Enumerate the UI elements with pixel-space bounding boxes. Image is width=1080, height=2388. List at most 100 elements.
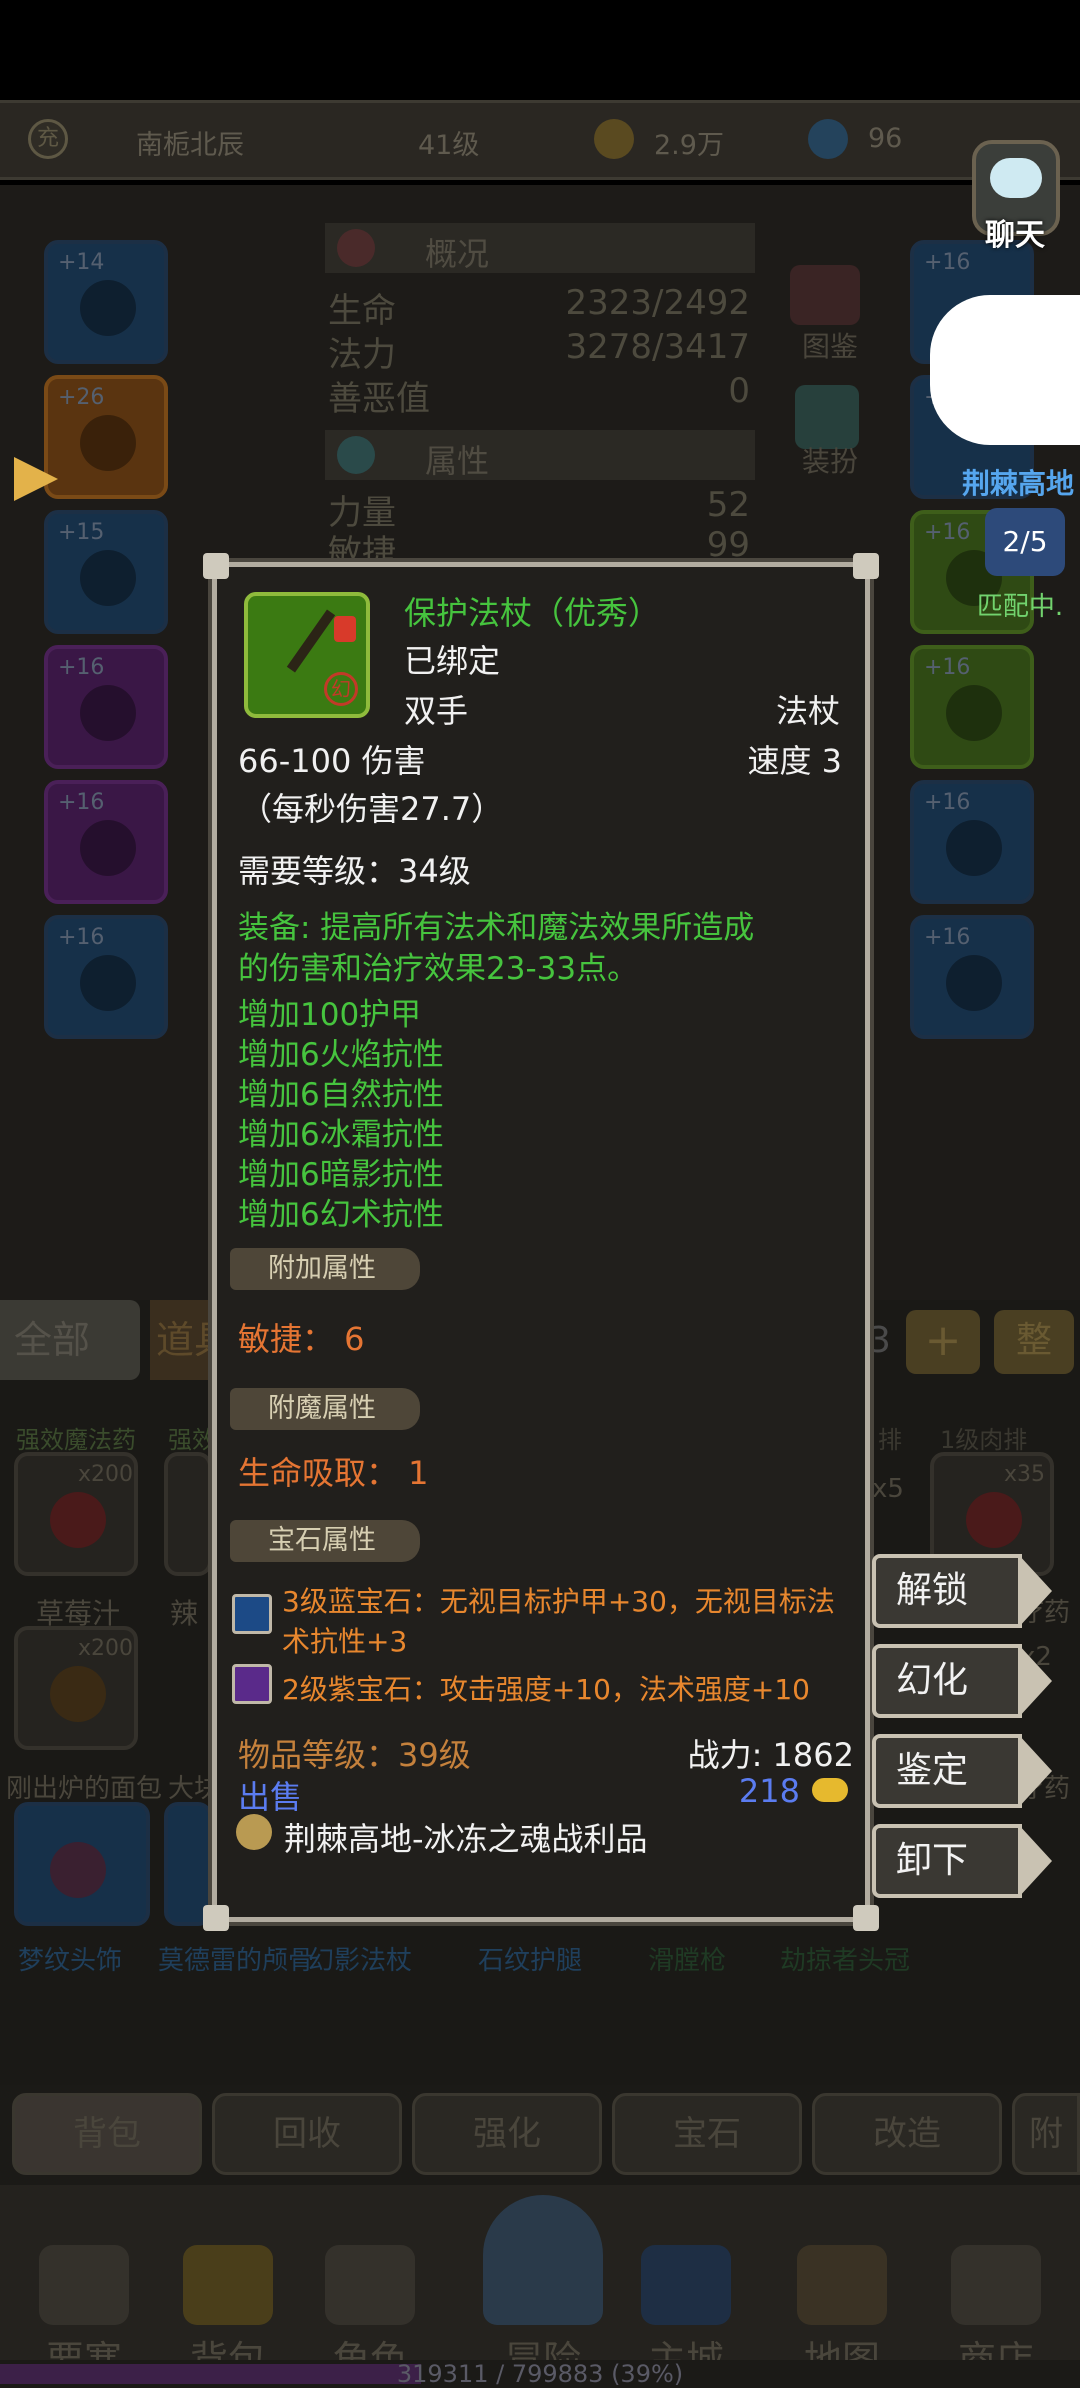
equip-slot[interactable]: +16 <box>44 915 168 1039</box>
experience-bar: 319311 / 799883 (39%) <box>0 2360 1080 2388</box>
player-level: 41级 <box>418 130 480 161</box>
slot-level: +16 <box>58 790 105 815</box>
item-name: 幻影法杖 <box>308 1946 413 1976</box>
enchant-attribute: 生命吸取： 1 <box>238 1454 429 1492</box>
diamond-icon <box>808 119 848 159</box>
bottom-tabs: 背包 回收 强化 宝石 改造 附 <box>0 2085 1080 2185</box>
equip-slot[interactable]: +16 <box>910 915 1034 1039</box>
queue-count-badge[interactable]: 2/5 <box>985 508 1065 576</box>
item-name: 辣 <box>170 1597 199 1630</box>
stat-value: 99 <box>706 525 750 565</box>
headpiece-icon <box>50 1842 106 1898</box>
slot-level: +16 <box>924 790 971 815</box>
stat-label: 善恶值 <box>328 379 430 419</box>
slot-level: +15 <box>58 520 105 545</box>
helmet-icon <box>80 280 136 336</box>
attributes-title: 属性 <box>425 442 490 480</box>
gem-effect: 2级紫宝石：攻击强度+10，法术强度+10 <box>282 1673 810 1706</box>
item-count: x200 <box>78 1636 134 1661</box>
item-name: 莫德雷的颅骨 <box>158 1946 315 1976</box>
equip-slot[interactable]: +16 <box>44 645 168 769</box>
transmog-button[interactable]: 幻化 <box>872 1644 1052 1718</box>
equip-slot[interactable]: +26 <box>44 375 168 499</box>
gold-icon <box>594 119 634 159</box>
staff-shaft <box>286 609 336 673</box>
matching-status: 匹配中. <box>976 592 1064 622</box>
inventory-slot[interactable]: x200 <box>14 1452 138 1576</box>
inventory-slot[interactable] <box>164 1452 212 1576</box>
bound-status: 已绑定 <box>404 642 501 680</box>
item-count: x5 <box>872 1474 904 1504</box>
chest-icon <box>80 820 136 876</box>
tab-gems[interactable]: 宝石 <box>612 2093 802 2175</box>
slot-level: +26 <box>58 385 105 410</box>
chat-label: 聊天 <box>985 218 1045 253</box>
stat-value: 52 <box>706 485 750 525</box>
equip-slot[interactable]: +16 <box>44 780 168 904</box>
heart-icon <box>337 229 375 267</box>
boots-icon <box>946 820 1002 876</box>
item-name: 梦纹头饰 <box>18 1946 123 1976</box>
identify-button[interactable]: 鉴定 <box>872 1734 1052 1808</box>
unequip-button[interactable]: 卸下 <box>872 1824 1052 1898</box>
gem-effect: 术抗性+3 <box>282 1625 408 1658</box>
slot-level: +16 <box>58 925 105 950</box>
tab-reforge[interactable]: 改造 <box>812 2093 1002 2175</box>
item-name: 保护法杖（优秀） <box>404 594 661 632</box>
tab-recycle[interactable]: 回收 <box>212 2093 402 2175</box>
equip-slot[interactable]: +16 <box>910 780 1034 904</box>
item-count: x200 <box>78 1462 134 1487</box>
diamond-amount: 96 <box>868 123 903 154</box>
portal-icon <box>483 2195 603 2325</box>
item-name: 石纹护腿 <box>478 1946 583 1976</box>
tab-more[interactable]: 附 <box>1012 2093 1080 2175</box>
codex-icon[interactable] <box>790 265 860 325</box>
bonus-line: 增加6火焰抗性 <box>238 1037 444 1073</box>
stat-label: 法力 <box>328 335 396 375</box>
equip-slot[interactable]: +16 <box>910 645 1034 769</box>
tab-enhance[interactable]: 强化 <box>412 2093 602 2175</box>
selected-arrow-icon <box>14 457 58 501</box>
attack-speed: 速度 3 <box>747 742 842 780</box>
inventory-slot[interactable] <box>14 1802 150 1926</box>
sort-button[interactable]: 整 <box>994 1310 1074 1374</box>
equip-slot[interactable]: +15 <box>44 510 168 634</box>
stat-label: 生命 <box>328 291 396 331</box>
item-source: 荆棘高地-冰冻之魂战利品 <box>284 1820 648 1858</box>
experience-text: 319311 / 799883 (39%) <box>396 2360 684 2388</box>
combat-power: 战力: 1862 <box>687 1736 854 1774</box>
illusion-mark-icon: 幻 <box>324 672 358 706</box>
equip-effect: 的伤害和治疗效果23-33点。 <box>238 951 639 987</box>
bonus-line: 增加6冰霜抗性 <box>238 1117 444 1153</box>
juice-icon <box>50 1492 106 1548</box>
shoulder-icon <box>80 550 136 606</box>
equip-slot[interactable]: +14 <box>44 240 168 364</box>
inventory-slot[interactable]: x200 <box>14 1626 138 1750</box>
top-status-bar: 充 南栀北辰 41级 2.9万 96 <box>0 100 1080 180</box>
corner-ornament <box>853 553 879 579</box>
add-slot-button[interactable]: + <box>906 1310 980 1374</box>
extra-attributes-header: 附加属性 <box>230 1248 420 1290</box>
castle-icon <box>641 2245 731 2325</box>
gold-amount: 2.9万 <box>654 130 724 161</box>
tab-bag[interactable]: 背包 <box>12 2093 202 2175</box>
stat-value: 2323/2492 <box>565 283 750 323</box>
loot-bag-icon <box>236 1814 272 1850</box>
player-name: 南栀北辰 <box>136 130 244 161</box>
enchant-attributes-header: 附魔属性 <box>230 1388 420 1430</box>
damage-per-second: （每秒伤害27.7） <box>240 790 504 828</box>
corner-ornament <box>853 1905 879 1931</box>
notification-panel[interactable] <box>930 295 1080 445</box>
main-nav: 要塞 背包 角色 冒险 主城 地图 商店 <box>0 2185 1080 2382</box>
bonus-line: 增加6自然抗性 <box>238 1077 444 1113</box>
unlock-button[interactable]: 解锁 <box>872 1554 1052 1628</box>
damage-range: 66-100 伤害 <box>238 742 426 780</box>
nav-adventure[interactable]: 冒险 <box>478 2195 608 2384</box>
filter-all-tab[interactable]: 全部 <box>0 1300 140 1380</box>
slot-level: +16 <box>924 655 971 680</box>
codex-label: 图鉴 <box>801 330 858 363</box>
recharge-icon[interactable]: 充 <box>28 119 68 159</box>
slot-level: +16 <box>924 925 971 950</box>
corner-ornament <box>203 1905 229 1931</box>
gem-effect: 3级蓝宝石：无视目标护甲+30，无视目标法 <box>282 1585 835 1618</box>
